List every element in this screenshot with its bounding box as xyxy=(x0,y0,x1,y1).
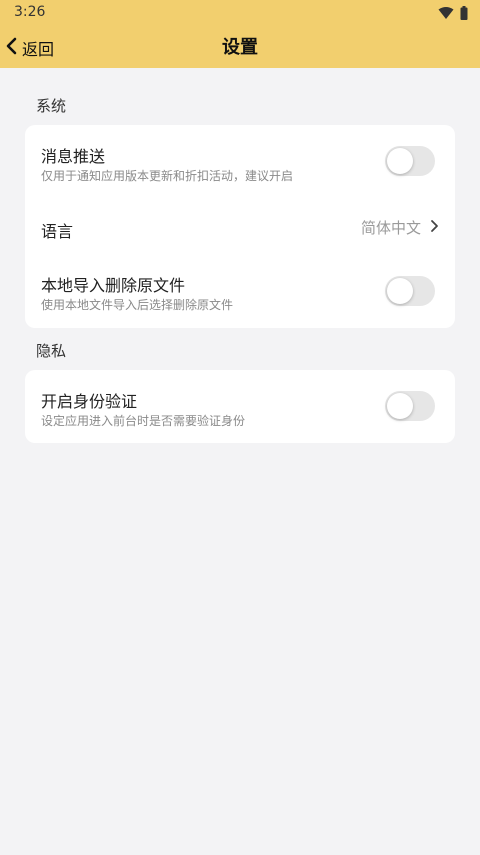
auth-row: 开启身份验证 设定应用进入前台时是否需要验证身份 xyxy=(25,370,455,443)
system-card: 消息推送 仅用于通知应用版本更新和折扣活动，建议开启 语言 简体中文 本地导入删… xyxy=(25,125,455,328)
delete-original-row: 本地导入删除原文件 使用本地文件导入后选择删除原文件 xyxy=(25,255,455,328)
toggle-knob xyxy=(387,148,413,174)
section-title-privacy: 隐私 xyxy=(36,342,67,360)
language-value: 简体中文 xyxy=(360,219,421,237)
back-button[interactable]: 返回 xyxy=(4,34,54,62)
status-bar: 3:26 xyxy=(0,0,480,24)
language-value-wrap: 简体中文 xyxy=(361,217,439,238)
status-icons xyxy=(438,5,468,24)
battery-icon xyxy=(460,5,468,24)
chevron-right-icon xyxy=(429,218,439,237)
push-notification-title: 消息推送 xyxy=(41,147,106,166)
auth-subtitle: 设定应用进入前台时是否需要验证身份 xyxy=(41,414,246,428)
top-bar: 3:26 返回 设置 xyxy=(0,0,480,68)
language-title: 语言 xyxy=(41,222,74,241)
toggle-knob xyxy=(387,278,413,304)
auth-title: 开启身份验证 xyxy=(41,392,138,411)
privacy-card: 开启身份验证 设定应用进入前台时是否需要验证身份 xyxy=(25,370,455,443)
push-notification-subtitle: 仅用于通知应用版本更新和折扣活动，建议开启 xyxy=(41,169,294,183)
auth-toggle[interactable] xyxy=(385,391,435,421)
toggle-knob xyxy=(387,393,413,419)
wifi-icon xyxy=(438,5,454,24)
page-title: 设置 xyxy=(222,37,258,58)
chevron-left-icon xyxy=(4,36,20,60)
push-notification-toggle[interactable] xyxy=(385,146,435,176)
status-time: 3:26 xyxy=(14,4,46,20)
delete-original-toggle[interactable] xyxy=(385,276,435,306)
delete-original-title: 本地导入删除原文件 xyxy=(41,276,186,295)
push-notification-row: 消息推送 仅用于通知应用版本更新和折扣活动，建议开启 xyxy=(25,125,455,199)
language-row[interactable]: 语言 简体中文 xyxy=(25,199,455,255)
back-label: 返回 xyxy=(22,40,55,59)
delete-original-subtitle: 使用本地文件导入后选择删除原文件 xyxy=(41,298,234,312)
section-title-system: 系统 xyxy=(36,97,67,115)
